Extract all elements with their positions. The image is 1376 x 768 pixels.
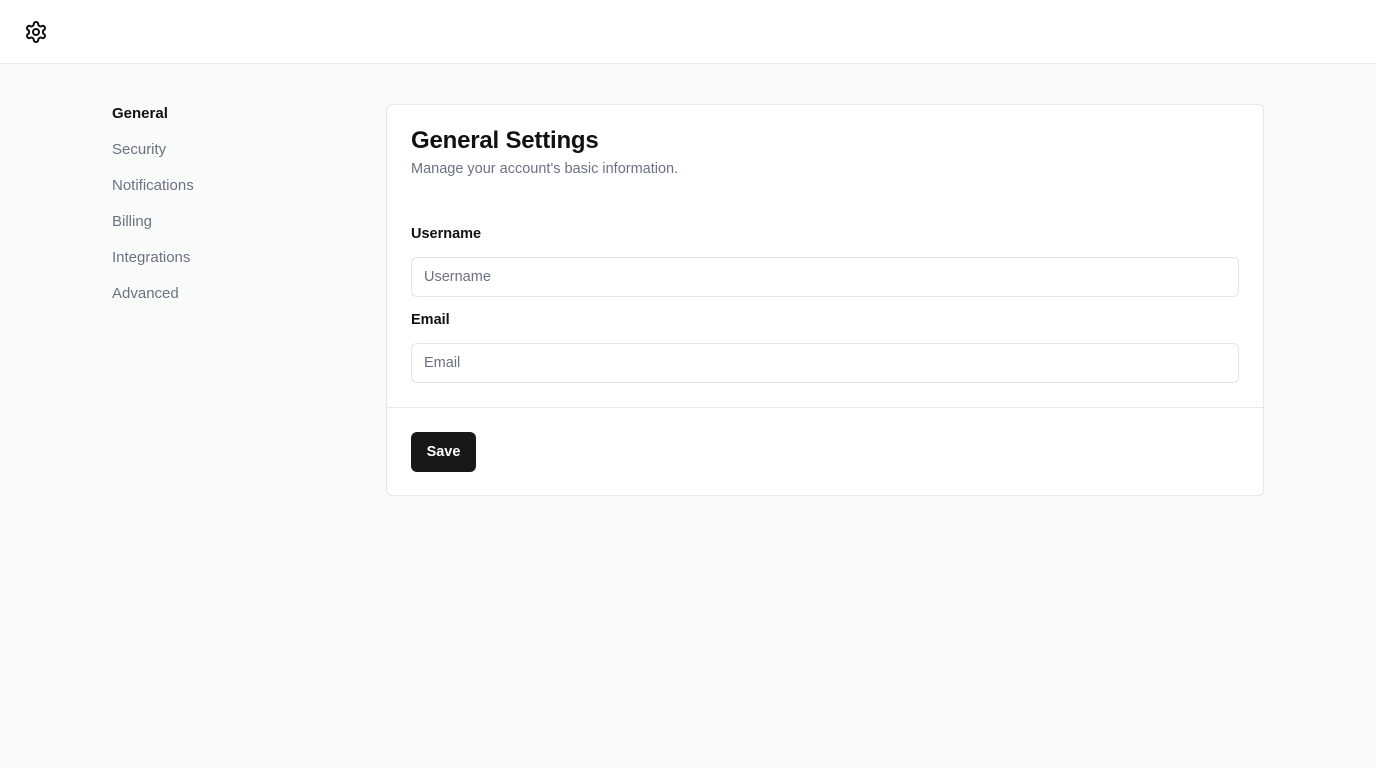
card-footer-divider [387,407,1263,408]
settings-sidebar: General Security Notifications Billing I… [112,104,332,320]
sidebar-item-integrations[interactable]: Integrations [112,248,332,284]
sidebar-item-security[interactable]: Security [112,140,332,176]
page-subtitle: Manage your account's basic information. [411,161,679,177]
email-label: Email [411,312,450,328]
sidebar-item-notifications[interactable]: Notifications [112,176,332,212]
username-label: Username [411,226,482,242]
username-input[interactable] [411,257,1239,297]
email-input[interactable] [411,343,1239,383]
gear-icon[interactable] [24,20,48,44]
page-title: General Settings [411,127,599,154]
sidebar-item-advanced[interactable]: Advanced [112,284,332,320]
save-button[interactable]: Save [411,432,476,472]
sidebar-item-billing[interactable]: Billing [112,212,332,248]
sidebar-item-general[interactable]: General [112,104,332,140]
top-bar [0,0,1376,64]
settings-card: General Settings Manage your account's b… [386,104,1264,496]
